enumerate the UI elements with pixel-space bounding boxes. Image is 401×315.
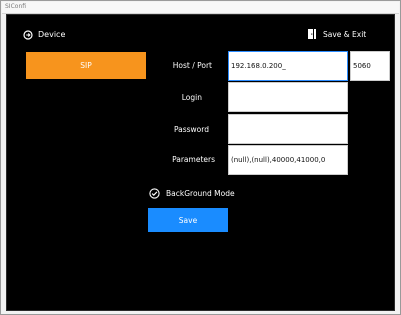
device-label: Device	[38, 29, 66, 39]
port-input[interactable]: 5060	[350, 51, 390, 81]
host-port-label: Host / Port	[172, 61, 212, 70]
check-circle-icon	[149, 184, 160, 203]
main-panel: Device Save & Exit SIP Host / Port 192.1…	[6, 14, 395, 311]
parameters-input[interactable]: (null),(null),40000,41000,0	[228, 145, 348, 175]
title-bar: SIConfi	[2, 2, 399, 14]
circle-arrow-icon	[23, 25, 33, 44]
password-input[interactable]	[228, 114, 348, 144]
parameters-label: Parameters	[172, 155, 215, 164]
save-button[interactable]: Save	[148, 208, 228, 232]
login-label: Login	[181, 93, 202, 102]
login-input[interactable]	[228, 82, 348, 112]
app-window: SIConfi Device Save & Exit SIP Host / Po…	[0, 0, 401, 315]
background-mode-label: BackGround Mode	[166, 189, 235, 198]
host-input[interactable]: 192.168.0.200_	[228, 51, 348, 81]
password-label: Password	[173, 125, 209, 134]
background-mode-checkbox[interactable]: BackGround Mode	[149, 184, 235, 203]
save-exit-button[interactable]: Save & Exit	[307, 26, 366, 42]
save-label: Save	[178, 215, 198, 225]
window-title: SIConfi	[5, 3, 27, 10]
sip-label: SIP	[80, 61, 92, 70]
save-exit-label: Save & Exit	[323, 29, 367, 39]
door-exit-icon	[307, 25, 317, 44]
device-button[interactable]: Device	[23, 26, 65, 42]
